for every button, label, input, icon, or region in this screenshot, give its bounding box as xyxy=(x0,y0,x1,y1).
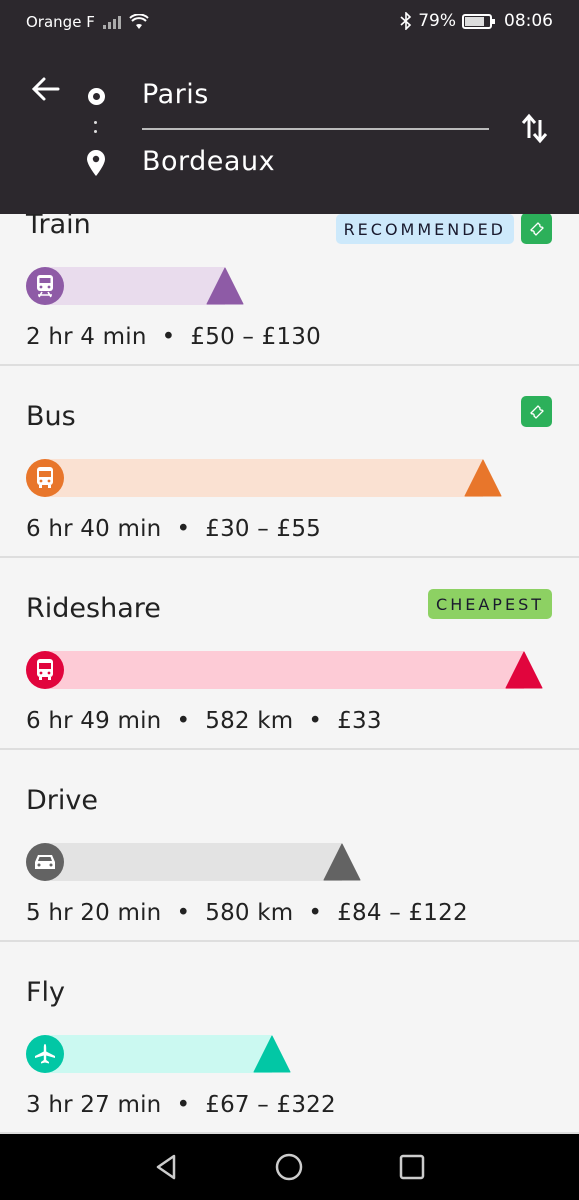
travel-option-fly[interactable]: Fly 3 hr 27 min • £67 – £322 xyxy=(0,943,579,1134)
duration-text: 6 hr 40 min xyxy=(26,516,162,542)
duration-bar-fill xyxy=(26,459,483,497)
field-divider xyxy=(142,128,489,130)
duration-text: 3 hr 27 min xyxy=(26,1092,162,1118)
clock: 08:06 xyxy=(504,11,553,31)
status-bar: Orange F 79% 08:06 xyxy=(0,0,579,46)
nav-back-icon[interactable] xyxy=(152,1152,182,1182)
route-header: Paris Bordeaux xyxy=(0,46,579,214)
separator-dot: • xyxy=(161,900,206,926)
destination-input[interactable]: Bordeaux xyxy=(142,146,275,177)
recommended-badge: RECOMMENDED xyxy=(335,214,514,244)
duration-marker-icon xyxy=(323,843,361,881)
travel-option-train[interactable]: Train RECOMMENDED 2 hr 4 min • £50 – £130 xyxy=(0,214,579,366)
wifi-icon xyxy=(129,14,149,29)
back-arrow-icon[interactable] xyxy=(30,74,62,104)
duration-bar-fill xyxy=(26,843,343,881)
duration-text: 5 hr 20 min xyxy=(26,900,162,926)
destination-pin-icon xyxy=(87,150,105,176)
nav-recents-icon[interactable] xyxy=(397,1152,427,1182)
plane-icon xyxy=(26,1035,64,1073)
travel-options-list: Train RECOMMENDED 2 hr 4 min • £50 – £130 B… xyxy=(0,214,579,1134)
signal-icon xyxy=(102,15,121,29)
duration-bar xyxy=(26,1035,546,1073)
ticket-icon xyxy=(521,214,552,244)
detail-text: £33 xyxy=(337,708,382,734)
detail-text: £30 – £55 xyxy=(205,516,321,542)
option-title: Drive xyxy=(26,785,98,816)
duration-bar-fill xyxy=(26,651,525,689)
option-title: Rideshare xyxy=(26,593,161,624)
ticket-icon xyxy=(521,396,552,427)
option-title: Bus xyxy=(26,401,76,432)
train-icon xyxy=(26,267,64,305)
option-title: Train xyxy=(26,214,91,240)
duration-marker-icon xyxy=(206,267,244,305)
duration-marker-icon xyxy=(464,459,502,497)
origin-marker-icon xyxy=(88,88,105,105)
detail-text: 580 km xyxy=(205,900,294,926)
separator-dot: • xyxy=(161,516,206,542)
duration-bar xyxy=(26,651,546,689)
battery-icon xyxy=(462,13,495,29)
duration-text: 6 hr 49 min xyxy=(26,708,162,734)
travel-option-drive[interactable]: Drive 5 hr 20 min • 580 km • £84 – £122 xyxy=(0,751,579,942)
detail-text: £84 – £122 xyxy=(337,900,468,926)
duration-bar xyxy=(26,459,546,497)
option-details: 3 hr 27 min • £67 – £322 xyxy=(26,1092,336,1118)
cheapest-badge: CHEAPEST xyxy=(428,589,552,619)
car-icon xyxy=(26,843,64,881)
detail-text: £67 – £322 xyxy=(205,1092,336,1118)
origin-input[interactable]: Paris xyxy=(142,79,209,110)
option-details: 2 hr 4 min • £50 – £130 xyxy=(26,324,321,350)
bus-icon xyxy=(26,459,64,497)
separator-dot: • xyxy=(146,324,191,350)
battery-percent: 79% xyxy=(418,11,456,31)
detail-text: 582 km xyxy=(205,708,294,734)
duration-bar xyxy=(26,267,546,305)
separator-dot: • xyxy=(293,708,338,734)
separator-dot: • xyxy=(161,708,206,734)
duration-text: 2 hr 4 min xyxy=(26,324,147,350)
duration-marker-icon xyxy=(253,1035,291,1073)
option-details: 5 hr 20 min • 580 km • £84 – £122 xyxy=(26,900,468,926)
rideshare-icon xyxy=(26,651,64,689)
option-details: 6 hr 49 min • 582 km • £33 xyxy=(26,708,382,734)
option-details: 6 hr 40 min • £30 – £55 xyxy=(26,516,321,542)
duration-marker-icon xyxy=(505,651,543,689)
nav-home-icon[interactable] xyxy=(274,1152,304,1182)
swap-icon[interactable] xyxy=(520,112,550,144)
detail-text: £50 – £130 xyxy=(190,324,321,350)
carrier-name: Orange F xyxy=(26,13,95,31)
system-nav-bar xyxy=(0,1134,579,1200)
duration-bar xyxy=(26,843,546,881)
travel-option-rideshare[interactable]: Rideshare CHEAPEST 6 hr 49 min • 582 km • … xyxy=(0,559,579,750)
separator-dot: • xyxy=(293,900,338,926)
bluetooth-icon xyxy=(400,12,412,30)
option-title: Fly xyxy=(26,977,66,1008)
separator-dot: • xyxy=(161,1092,206,1118)
travel-option-bus[interactable]: Bus 6 hr 40 min • £30 – £55 xyxy=(0,367,579,558)
route-dots-icon xyxy=(94,121,98,135)
